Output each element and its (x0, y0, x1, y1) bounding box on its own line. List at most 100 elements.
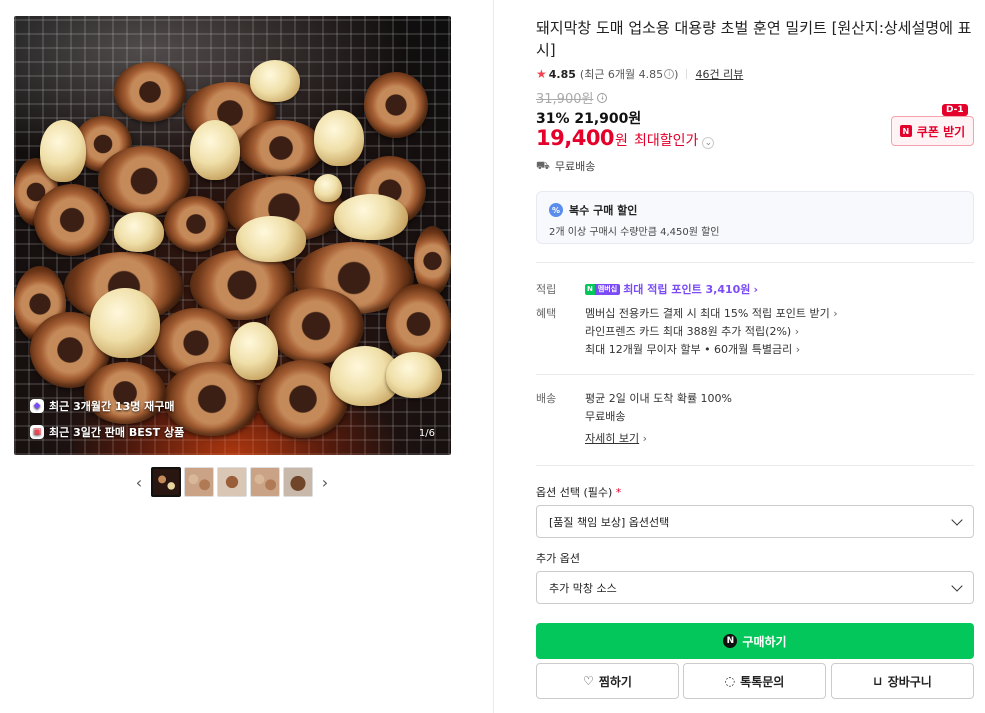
best-seller-badge-text: 최근 3일간 판매 BEST 상품 (49, 426, 185, 439)
garlic-clove (236, 216, 306, 262)
repurchase-badge: ◆ 최근 3개월간 13명 재구매 (30, 398, 175, 414)
bulk-title: 복수 구매 할인 (569, 204, 638, 217)
chevron-right-icon: › (642, 432, 648, 445)
benefit-item[interactable]: 멤버십 전용카드 결제 시 최대 15% 적립 포인트 받기 › (585, 305, 838, 323)
thumbnail-5[interactable] (283, 467, 313, 497)
thumbnail-strip: ‹ › (130, 467, 334, 497)
points-key: 적립 (536, 283, 557, 296)
next-image-arrow-icon[interactable]: › (316, 467, 334, 497)
cart-button[interactable]: ⊔ 장바구니 (831, 663, 974, 699)
star-icon: ★ (536, 67, 547, 81)
thumbnail-1[interactable] (151, 467, 181, 497)
thumbnail-2[interactable] (184, 467, 214, 497)
buy-button[interactable]: N 구매하기 (536, 623, 974, 659)
chevron-right-icon: › (753, 282, 758, 296)
garlic-clove (230, 322, 278, 380)
talk-inquiry-button[interactable]: ◌ 톡톡문의 (683, 663, 826, 699)
repurchase-badge-text: 최근 3개월간 13명 재구매 (49, 400, 175, 413)
delivery-details-link[interactable]: 자세히 보기 › (585, 430, 732, 448)
naver-n-icon: N (899, 125, 912, 137)
percent-icon: % (549, 203, 563, 217)
wishlist-button[interactable]: ♡ 찜하기 (536, 663, 679, 699)
points-row: 적립 N 멤버십 최대 적립 포인트 3,410원 › (536, 281, 758, 297)
review-count-link[interactable]: 46건 리뷰 (695, 66, 743, 82)
extra-option-value: 추가 막창 소스 (549, 581, 617, 595)
chevron-right-icon: › (795, 343, 801, 356)
product-title: 돼지막창 도매 업소용 대용량 초벌 훈연 밀키트 [원산지:상세설명에 표시] (536, 19, 972, 59)
original-price-text: 31,900원 (536, 92, 594, 107)
final-price-unit: 원 (615, 133, 628, 149)
delivery-row: 배송 평균 2일 이내 도착 확률 100% 무료배송 자세히 보기 › (536, 390, 732, 448)
rating-row: ★ 4.85 (최근 6개월 4.85 i ) 46건 리뷰 (536, 66, 743, 82)
benefit-item[interactable]: 최대 12개월 무이자 할부 • 60개월 특별금리 › (585, 341, 838, 359)
garlic-clove (40, 120, 86, 182)
delivery-line: 무료배송 (585, 410, 626, 423)
image-counter: 1/6 (418, 428, 435, 439)
makchang-piece (34, 184, 110, 256)
option-select-value: [품질 책임 보상] 옵션선택 (549, 515, 670, 529)
garlic-clove (190, 120, 240, 180)
makchang-piece (84, 362, 166, 424)
delivery-line: 평균 2일 이내 도착 확률 100% (585, 392, 733, 405)
garlic-clove (114, 212, 164, 252)
price-info-icon[interactable]: i (597, 92, 608, 103)
best-seller-badge: ▣ 최근 3일간 판매 BEST 상품 (30, 424, 184, 440)
repurchase-icon: ◆ (30, 399, 44, 413)
garlic-clove (334, 194, 408, 240)
discount-price: 31% 21,900원 (536, 111, 642, 127)
bulk-discount-box: % 복수 구매 할인 2개 이상 구매시 수량만큼 4,450원 할인 (536, 191, 974, 244)
membership-tag: N 멤버십 (585, 283, 621, 295)
final-price-row[interactable]: 19,400 원 최대할인가 ⌄ (536, 126, 715, 150)
points-value[interactable]: N 멤버십 최대 적립 포인트 3,410원 › (585, 281, 758, 297)
shipping-text: 무료배송 (554, 160, 596, 173)
prev-image-arrow-icon[interactable]: ‹ (130, 467, 148, 497)
chevron-down-icon[interactable]: ⌄ (702, 137, 715, 149)
rating-recent: (최근 6개월 4.85 (579, 68, 664, 81)
chevron-down-icon (951, 579, 963, 592)
truck-icon: ⛟ (536, 158, 550, 172)
points-text: 최대 적립 포인트 3,410원 (623, 283, 751, 296)
rating-recent-close: ) (674, 67, 679, 81)
heart-icon: ♡ (583, 674, 594, 688)
dday-badge: D-1 (942, 104, 968, 116)
benefits-list: 멤버십 전용카드 결제 시 최대 15% 적립 포인트 받기 › 라인프렌즈 카… (585, 305, 838, 359)
extra-option-select[interactable]: 추가 막창 소스 (536, 571, 974, 604)
benefit-item[interactable]: 라인프렌즈 카드 최대 388원 추가 적립(2%) › (585, 323, 838, 341)
chevron-right-icon: › (794, 325, 800, 338)
bulk-desc: 2개 이상 구매시 수량만큼 4,450원 할인 (549, 227, 720, 238)
chevron-right-icon: › (833, 307, 838, 320)
garlic-clove (314, 110, 364, 166)
option-select[interactable]: [품질 책임 보상] 옵션선택 (536, 505, 974, 538)
makchang-piece (114, 62, 186, 122)
thumbnail-4[interactable] (250, 467, 280, 497)
garlic-clove (386, 352, 442, 398)
separator (686, 69, 688, 79)
gift-icon: ▣ (30, 425, 44, 439)
final-price: 19,400 (536, 126, 615, 150)
coupon-button[interactable]: N 쿠폰 받기 (891, 116, 974, 146)
final-price-label: 최대할인가 (633, 133, 699, 149)
column-divider (493, 0, 494, 713)
garlic-clove (90, 288, 160, 358)
main-product-image[interactable]: ◆ 최근 3개월간 13명 재구매 ▣ 최근 3일간 판매 BEST 상품 1/… (14, 16, 451, 455)
coupon-label: 쿠폰 받기 (916, 124, 966, 139)
garlic-clove (314, 174, 342, 202)
rating-score: 4.85 (548, 67, 576, 81)
option-label: 옵션 선택 (필수) * (536, 486, 622, 499)
makchang-piece (238, 120, 324, 176)
delivery-info: 평균 2일 이내 도착 확률 100% 무료배송 자세히 보기 › (585, 390, 732, 448)
chevron-down-icon (951, 513, 963, 526)
delivery-key: 배송 (536, 392, 557, 405)
buy-label: 구매하기 (742, 634, 787, 649)
divider (536, 262, 974, 263)
divider (536, 374, 974, 375)
makchang-piece (364, 72, 428, 138)
thumbnail-3[interactable] (217, 467, 247, 497)
naver-pay-icon: N (723, 634, 738, 648)
shipping-row: ⛟ 무료배송 (536, 158, 595, 174)
cart-icon: ⊔ (873, 674, 883, 688)
original-price: 31,900원 i (536, 88, 608, 107)
benefits-key: 혜택 (536, 307, 557, 320)
info-icon[interactable]: i (664, 69, 675, 79)
benefits-row: 혜택 멤버십 전용카드 결제 시 최대 15% 적립 포인트 받기 › 라인프렌… (536, 305, 838, 359)
